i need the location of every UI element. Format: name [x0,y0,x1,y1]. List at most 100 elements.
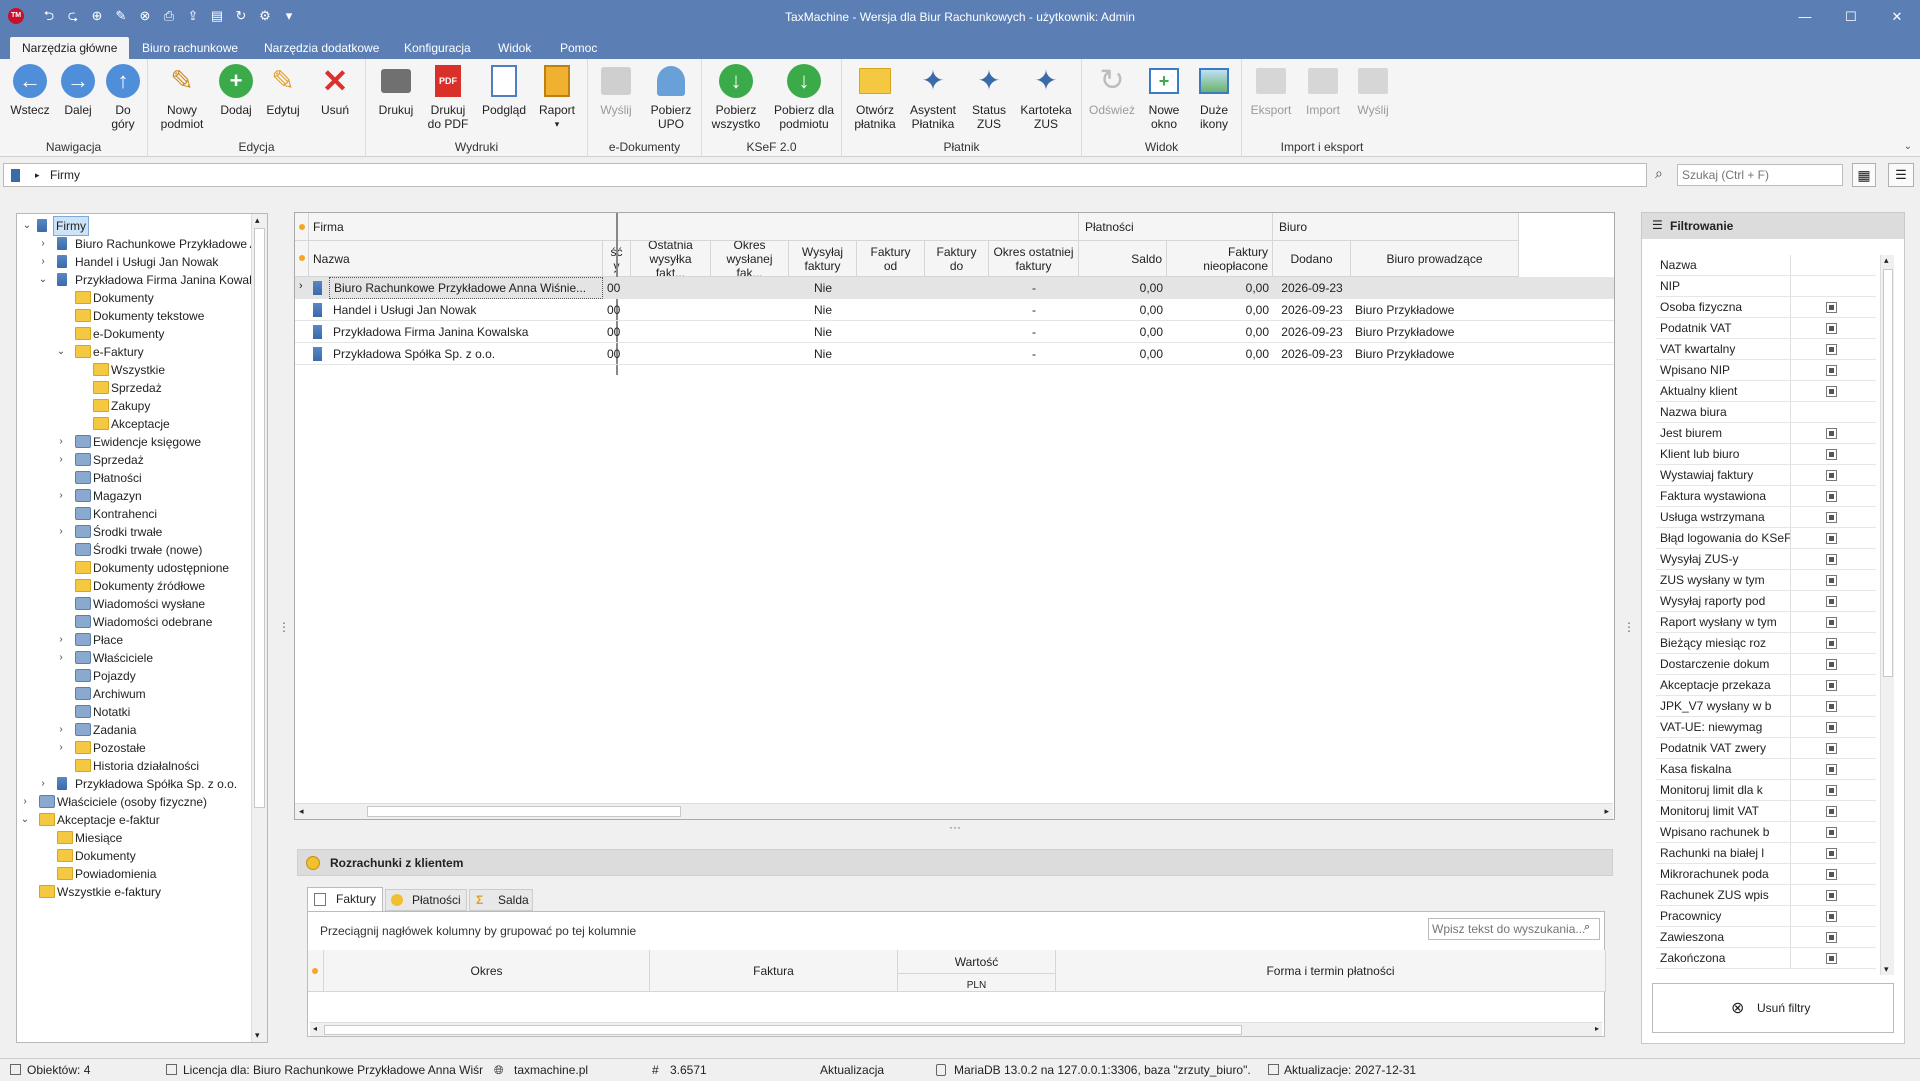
filter-row[interactable]: Akceptacje przekaza [1656,675,1876,696]
filter-row[interactable]: JPK_V7 wysłany w b [1656,696,1876,717]
scroll-right-icon[interactable]: ▸ [1595,1024,1599,1033]
column-header-faktura[interactable]: Faktura [650,950,898,992]
filter-checkbox[interactable] [1826,449,1837,460]
tab-platnosci[interactable]: Płatności [385,889,467,911]
filter-row[interactable]: NIP [1656,276,1876,297]
add-button[interactable]: + Dodaj [214,63,258,117]
filter-checkbox[interactable] [1826,323,1837,334]
maximize-icon[interactable]: ☐ [1828,0,1874,33]
filter-checkbox[interactable] [1826,743,1837,754]
filter-checkbox[interactable] [1826,932,1837,943]
filter-checkbox[interactable] [1826,638,1837,649]
get-all-button[interactable]: ↓ Pobierz wszystko [706,63,766,131]
scroll-thumb[interactable] [367,806,681,817]
tree-scrollbar[interactable]: ▴ ▾ [251,214,267,1042]
filter-checkbox[interactable] [1826,806,1837,817]
filter-row[interactable]: Osoba fizyczna [1656,297,1876,318]
table-row[interactable]: Przykładowa Spółka Sp. z o.o. 00 Nie - 0,00 0… [295,343,1614,365]
splitter-handle[interactable]: ··· [949,820,961,834]
column-header[interactable]: Nazwa [309,241,603,277]
scroll-up-icon[interactable]: ▴ [1884,255,1889,266]
filter-checkbox[interactable] [1826,617,1837,628]
filter-row[interactable]: Zakończona [1656,948,1876,969]
filter-checkbox[interactable] [1826,827,1837,838]
tab-konfiguracja[interactable]: Konfiguracja [392,37,483,59]
filter-checkbox[interactable] [1826,953,1837,964]
print-button[interactable]: Drukuj [374,63,418,117]
filter-row[interactable]: Bieżący miesiąc roz [1656,633,1876,654]
filter-row[interactable]: Wysyłaj raporty pod [1656,591,1876,612]
scroll-left-icon[interactable]: ◂ [299,806,304,817]
zus-card-button[interactable]: ✦ Kartoteka ZUS [1016,63,1076,132]
payer-assistant-button[interactable]: ✦ Asystent Płatnika [904,63,962,132]
filter-row[interactable]: Błąd logowania do KSeF [1656,528,1876,549]
table-row[interactable]: Przykładowa Firma Janina Kowalska 00 Nie - 0… [295,321,1614,343]
refresh-button[interactable]: ↻ Odśwież [1088,63,1136,118]
filter-checkbox[interactable] [1826,491,1837,502]
minimize-icon[interactable]: — [1782,0,1828,33]
column-header[interactable]: Wysyłaj faktury [789,241,857,277]
scroll-thumb[interactable] [324,1025,1242,1035]
filter-checkbox[interactable] [1826,344,1837,355]
column-header-okres[interactable]: Okres [324,950,650,992]
forward-button[interactable]: → Dalej [54,63,102,117]
column-header[interactable]: Saldo [1079,241,1167,277]
filter-checkbox[interactable] [1826,890,1837,901]
filter-checkbox[interactable] [1826,428,1837,439]
tab-salda[interactable]: Σ Salda [469,889,533,911]
search-input[interactable] [1677,164,1843,186]
filter-row[interactable]: ZUS wysłany w tym [1656,570,1876,591]
filter-row[interactable]: VAT kwartalny [1656,339,1876,360]
column-header[interactable]: Faktury nieopłacone [1167,241,1273,277]
column-header-wartosc[interactable]: Wartość [898,950,1056,974]
column-header[interactable]: Biuro prowadzące [1351,241,1519,277]
filter-checkbox[interactable] [1826,575,1837,586]
splitter-handle[interactable]: ⋮ [1623,620,1635,634]
filter-row[interactable]: Dostarczenie dokum [1656,654,1876,675]
filter-row[interactable]: Zawieszona [1656,927,1876,948]
filter-row[interactable]: Nazwa [1656,255,1876,276]
filter-checkbox[interactable] [1826,533,1837,544]
filter-row[interactable]: Wystawiaj faktury [1656,465,1876,486]
filter-checkbox[interactable] [1826,680,1837,691]
filter-checkbox[interactable] [1826,722,1837,733]
filter-icon[interactable]: ☰ [1888,163,1914,187]
filter-checkbox[interactable] [1826,302,1837,313]
filter-row[interactable]: Aktualny klient [1656,381,1876,402]
filter-checkbox[interactable] [1826,386,1837,397]
filter-checkbox[interactable] [1826,785,1837,796]
filter-row[interactable]: Podatnik VAT [1656,318,1876,339]
tab-narzedzia-dodatkowe[interactable]: Narzędzia dodatkowe [252,37,391,59]
tab-narzedzia-glowne[interactable]: Narzędzia główne [10,37,130,59]
group-header-platnosci[interactable]: Płatności [1079,213,1273,241]
filter-row[interactable]: Faktura wystawiona [1656,486,1876,507]
new-subject-button[interactable]: ✎ Nowy podmiot [154,63,210,132]
zus-status-button[interactable]: ✦ Status ZUS [964,63,1014,132]
group-header-firma[interactable]: Firma [309,213,617,241]
scroll-thumb[interactable] [254,228,265,808]
scroll-thumb[interactable] [1883,269,1893,677]
edit-button[interactable]: ✎ Edytuj [260,63,306,118]
column-header[interactable]: Okres wysłanej fak... [711,241,789,277]
filter-checkbox[interactable] [1826,554,1837,565]
filter-row[interactable]: Mikrorachunek poda [1656,864,1876,885]
filter-checkbox[interactable] [1826,869,1837,880]
collapse-ribbon-icon[interactable]: ⌄ [1904,141,1912,152]
group-header-biuro[interactable]: Biuro [1273,213,1519,241]
close-icon[interactable]: ✕ [1874,0,1920,33]
column-header[interactable]: Faktury od [857,241,925,277]
filter-checkbox[interactable] [1826,764,1837,775]
filter-row[interactable]: Wysyłaj ZUS-y [1656,549,1876,570]
send-export-button[interactable]: Wyślij [1348,63,1398,117]
filter-row[interactable]: Monitoruj limit VAT [1656,801,1876,822]
scroll-up-icon[interactable]: ▴ [255,215,260,226]
filter-row[interactable]: VAT-UE: niewymag [1656,717,1876,738]
scroll-left-icon[interactable]: ◂ [313,1024,317,1033]
tab-biuro-rachunkowe[interactable]: Biuro rachunkowe [130,37,250,59]
import-button[interactable]: Import [1298,63,1348,117]
filter-scrollbar[interactable]: ▴ ▾ [1880,255,1894,975]
filter-checkbox[interactable] [1826,470,1837,481]
scroll-down-icon[interactable]: ▾ [255,1030,260,1041]
table-row[interactable]: Handel i Usługi Jan Nowak 00 Nie - 0,00 0,00 2… [295,299,1614,321]
open-payer-button[interactable]: Otwórz płatnika [848,63,902,131]
